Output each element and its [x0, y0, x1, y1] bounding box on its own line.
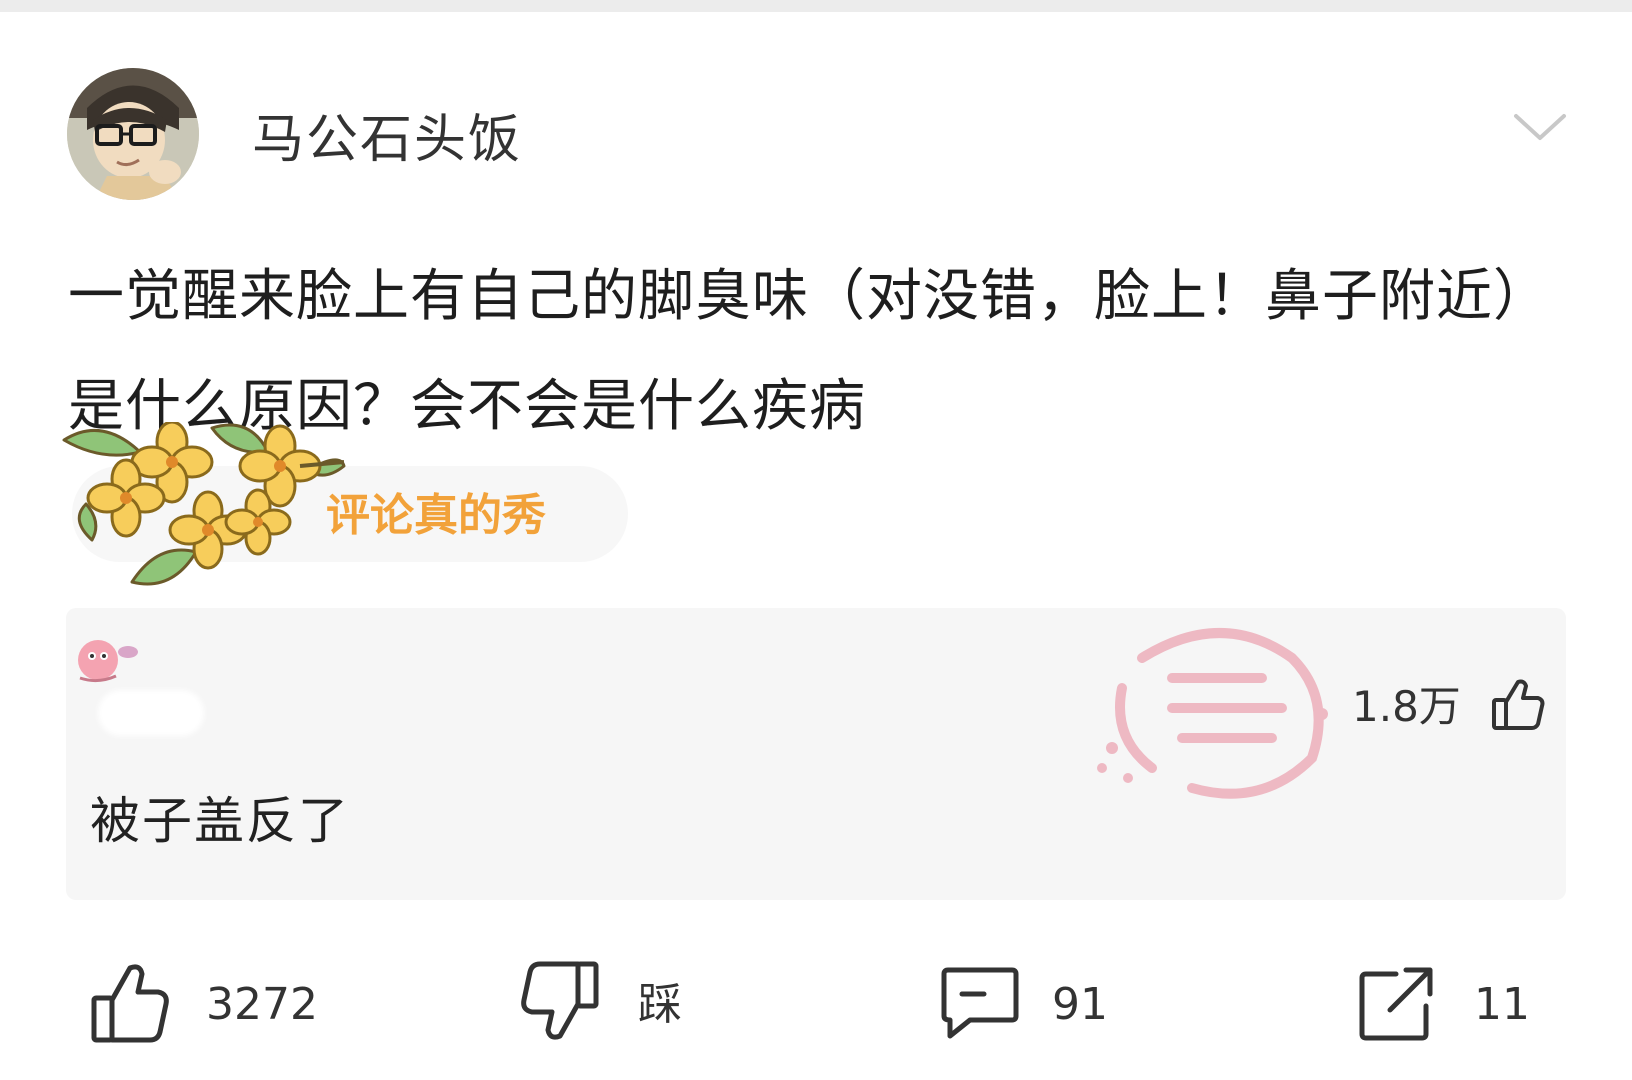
flower-sticker [62, 422, 346, 586]
author-avatar[interactable] [67, 68, 199, 200]
thumbs-down-icon [521, 961, 599, 1040]
watermark-stamp [1097, 628, 1328, 799]
share-action[interactable]: 11 [1356, 960, 1536, 1044]
like-count: 3272 [206, 979, 318, 1030]
comment-text[interactable]: 被子盖反了 [90, 790, 350, 852]
commenter-name-blurred [98, 690, 204, 736]
top-bar [0, 0, 1632, 12]
like-action[interactable]: 3272 [90, 960, 330, 1044]
comment-icon [941, 967, 1019, 1039]
thumbs-up-icon[interactable] [1490, 676, 1546, 732]
comment-like-count: 1.8万 [1352, 682, 1461, 731]
author-name[interactable]: 马公石头饭 [252, 108, 522, 172]
tag-label[interactable]: 评论真的秀 [326, 490, 546, 542]
dislike-action[interactable]: 踩 [520, 960, 700, 1044]
share-icon [1359, 967, 1433, 1041]
thumbs-up-icon [91, 964, 169, 1043]
dislike-label: 踩 [638, 979, 682, 1030]
share-count: 11 [1474, 979, 1530, 1030]
comment-action[interactable]: 91 [940, 960, 1120, 1044]
comment-count: 91 [1052, 979, 1108, 1030]
chevron-down-icon[interactable] [1512, 110, 1568, 146]
commenter-avatar[interactable] [72, 634, 154, 686]
